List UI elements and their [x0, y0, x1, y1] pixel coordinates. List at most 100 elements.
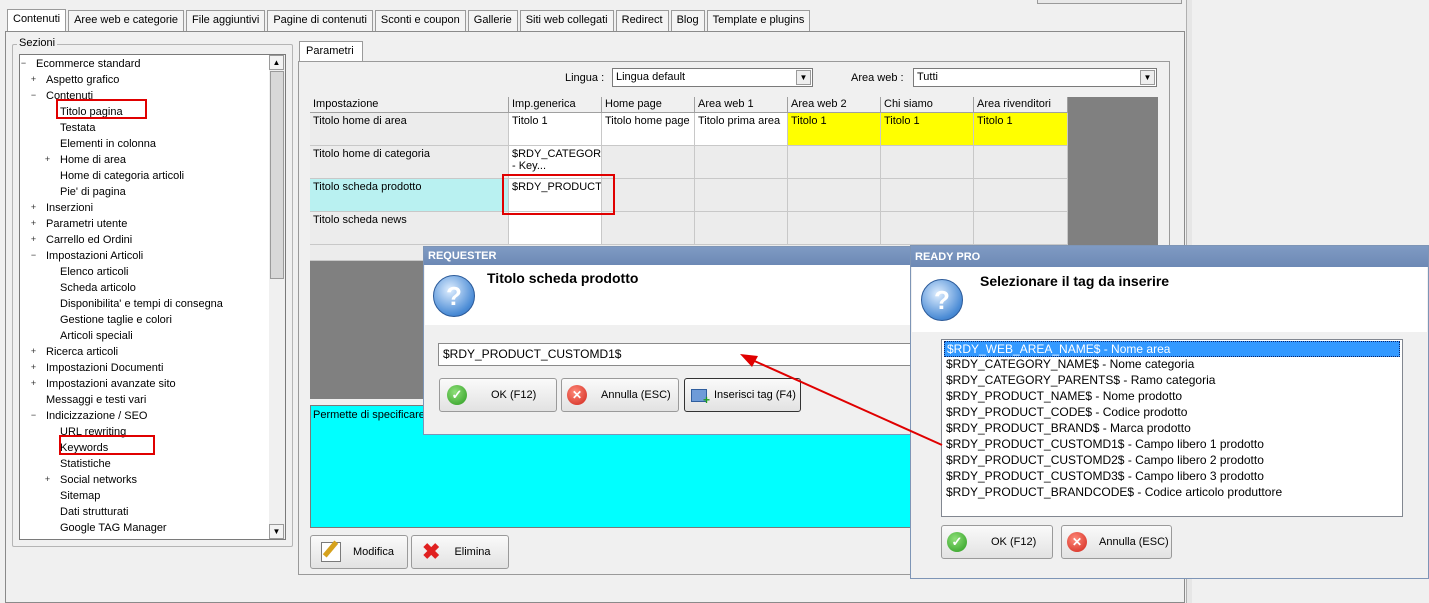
- tree-item[interactable]: Impostazioni avanzate sito: [46, 376, 176, 392]
- expand-icon[interactable]: +: [29, 379, 38, 389]
- grid-cell[interactable]: [788, 146, 881, 179]
- collapse-icon[interactable]: −: [20, 59, 28, 69]
- tree-item[interactable]: Dati strutturati: [60, 504, 128, 520]
- tree-item[interactable]: Disponibilita' e tempi di consegna: [60, 296, 223, 312]
- sections-tree[interactable]: − Ecommerce standard + Aspetto grafico − Cont…: [19, 54, 286, 540]
- grid-header[interactable]: Area rivenditori: [974, 97, 1068, 113]
- grid-cell[interactable]: [974, 179, 1068, 212]
- grid-header[interactable]: Area web 1: [695, 97, 788, 113]
- grid-cell[interactable]: Titolo 1: [788, 113, 881, 146]
- grid-cell[interactable]: Titolo scheda prodotto: [310, 179, 509, 212]
- grid-cell[interactable]: [788, 179, 881, 212]
- grid-cell[interactable]: [788, 212, 881, 245]
- elimina-button[interactable]: ✖ Elimina: [411, 535, 509, 569]
- expand-icon[interactable]: +: [29, 347, 38, 357]
- tree-item[interactable]: Indicizzazione / SEO: [46, 408, 148, 424]
- requester-ok-button[interactable]: ✓ OK (F12): [439, 378, 557, 412]
- scroll-up-button[interactable]: ▲: [269, 55, 284, 70]
- tag-list-item[interactable]: $RDY_PRODUCT_BRANDCODE$ - Codice articol…: [944, 485, 1282, 501]
- grid-cell[interactable]: [602, 212, 695, 245]
- expand-icon[interactable]: +: [29, 363, 38, 373]
- tab-contenuti[interactable]: Contenuti: [7, 9, 67, 32]
- tree-item[interactable]: Inserzioni: [46, 200, 93, 216]
- collapse-icon[interactable]: −: [29, 411, 38, 421]
- grid-cell[interactable]: Titolo home di area: [310, 113, 509, 146]
- expand-icon[interactable]: +: [29, 219, 38, 229]
- tab-blog[interactable]: Blog: [670, 10, 705, 31]
- tree-item[interactable]: Articoli speciali: [60, 328, 133, 344]
- tree-item[interactable]: Testata: [60, 120, 95, 136]
- scroll-thumb[interactable]: [270, 71, 284, 279]
- grid-cell[interactable]: [881, 146, 974, 179]
- tree-item[interactable]: Scheda articolo: [60, 280, 136, 296]
- tag-list[interactable]: $RDY_WEB_AREA_NAME$ - Nome area $RDY_CATE…: [941, 339, 1403, 517]
- expand-icon[interactable]: +: [29, 235, 38, 245]
- grid-cell[interactable]: Titolo 1: [509, 113, 602, 146]
- tab-gallerie[interactable]: Gallerie: [467, 10, 518, 31]
- tree-item[interactable]: Social networks: [60, 472, 137, 488]
- grid-cell[interactable]: Titolo home di categoria: [310, 146, 509, 179]
- tag-list-item[interactable]: $RDY_PRODUCT_CUSTOMD1$ - Campo libero 1 …: [944, 437, 1264, 453]
- tag-list-item[interactable]: $RDY_PRODUCT_CUSTOMD3$ - Campo libero 3 …: [944, 469, 1264, 485]
- grid-header[interactable]: Area web 2: [788, 97, 881, 113]
- tree-item[interactable]: Elenco articoli: [60, 264, 128, 280]
- tab-redirect[interactable]: Redirect: [615, 10, 669, 31]
- tree-item[interactable]: Impostazioni Documenti: [46, 360, 163, 376]
- tag-list-item[interactable]: $RDY_PRODUCT_CUSTOMD2$ - Campo libero 2 …: [944, 453, 1264, 469]
- tree-item[interactable]: Pie' di pagina: [60, 184, 126, 200]
- grid-header[interactable]: Imp.generica: [509, 97, 602, 113]
- scroll-down-button[interactable]: ▼: [269, 524, 284, 539]
- grid-cell[interactable]: Titolo home page: [602, 113, 695, 146]
- grid-header[interactable]: Chi siamo: [881, 97, 974, 113]
- tree-item[interactable]: Messaggi e testi vari: [46, 392, 146, 408]
- tree-item[interactable]: Carrello ed Ordini: [46, 232, 132, 248]
- chevron-down-icon[interactable]: ▼: [796, 70, 811, 85]
- tag-list-item[interactable]: $RDY_PRODUCT_NAME$ - Nome prodotto: [944, 389, 1182, 405]
- tree-item[interactable]: Ecommerce standard: [36, 56, 141, 72]
- tab-aree-web-e-categorie[interactable]: Aree web e categorie: [68, 10, 185, 31]
- tree-item[interactable]: Home di area: [60, 152, 126, 168]
- tab-siti-web-collegati[interactable]: Siti web collegati: [519, 10, 614, 31]
- tab-file-aggiuntivi[interactable]: File aggiuntivi: [186, 10, 266, 31]
- tab-template-e-plugins[interactable]: Template e plugins: [706, 10, 811, 31]
- tree-item[interactable]: Sitemap: [60, 488, 100, 504]
- tag-list-item[interactable]: $RDY_CATEGORY_NAME$ - Nome categoria: [944, 357, 1194, 373]
- grid-header[interactable]: Impostazione: [310, 97, 509, 113]
- tag-list-item[interactable]: $RDY_PRODUCT_BRAND$ - Marca prodotto: [944, 421, 1191, 437]
- grid-cell[interactable]: [974, 212, 1068, 245]
- tag-list-item[interactable]: $RDY_CATEGORY_PARENTS$ - Ramo categoria: [944, 373, 1215, 389]
- tag-list-item[interactable]: $RDY_WEB_AREA_NAME$ - Nome area: [944, 341, 1400, 357]
- chevron-down-icon[interactable]: ▼: [1140, 70, 1155, 85]
- modifica-button[interactable]: Modifica: [310, 535, 408, 569]
- expand-icon[interactable]: +: [43, 155, 52, 165]
- grid-cell[interactable]: Titolo 1: [881, 113, 974, 146]
- tree-item[interactable]: Parametri utente: [46, 216, 127, 232]
- collapse-icon[interactable]: −: [29, 91, 38, 101]
- grid-cell[interactable]: Titolo scheda news: [310, 212, 509, 245]
- tree-scrollbar[interactable]: ▲ ▼: [269, 55, 285, 539]
- tab-sconti-e-coupon[interactable]: Sconti e coupon: [374, 10, 466, 31]
- expand-icon[interactable]: +: [29, 75, 38, 85]
- expand-icon[interactable]: +: [43, 475, 52, 485]
- tree-item[interactable]: Home di categoria articoli: [60, 168, 184, 184]
- expand-icon[interactable]: +: [29, 203, 38, 213]
- tree-item[interactable]: Gestione taglie e colori: [60, 312, 172, 328]
- tree-item[interactable]: Aspetto grafico: [46, 72, 119, 88]
- grid-cell[interactable]: [695, 146, 788, 179]
- tree-item[interactable]: Elementi in colonna: [60, 136, 156, 152]
- tab-pagine-di-contenuti[interactable]: Pagine di contenuti: [267, 10, 373, 31]
- grid-cell[interactable]: Titolo 1: [974, 113, 1068, 146]
- tree-item[interactable]: Impostazioni Articoli: [46, 248, 143, 264]
- grid-cell[interactable]: [602, 146, 695, 179]
- grid-cell[interactable]: [695, 212, 788, 245]
- readypro-ok-button[interactable]: ✓ OK (F12): [941, 525, 1053, 559]
- readypro-cancel-button[interactable]: ✕ Annulla (ESC): [1061, 525, 1172, 559]
- grid-cell[interactable]: [881, 179, 974, 212]
- grid-cell[interactable]: Titolo prima area: [695, 113, 788, 146]
- tree-item[interactable]: Statistiche: [60, 456, 111, 472]
- tag-list-item[interactable]: $RDY_PRODUCT_CODE$ - Codice prodotto: [944, 405, 1187, 421]
- tree-item[interactable]: Ricerca articoli: [46, 344, 118, 360]
- requester-cancel-button[interactable]: ✕ Annulla (ESC): [561, 378, 679, 412]
- params-tab[interactable]: Parametri: [299, 41, 363, 62]
- tree-item[interactable]: Google TAG Manager: [60, 520, 167, 536]
